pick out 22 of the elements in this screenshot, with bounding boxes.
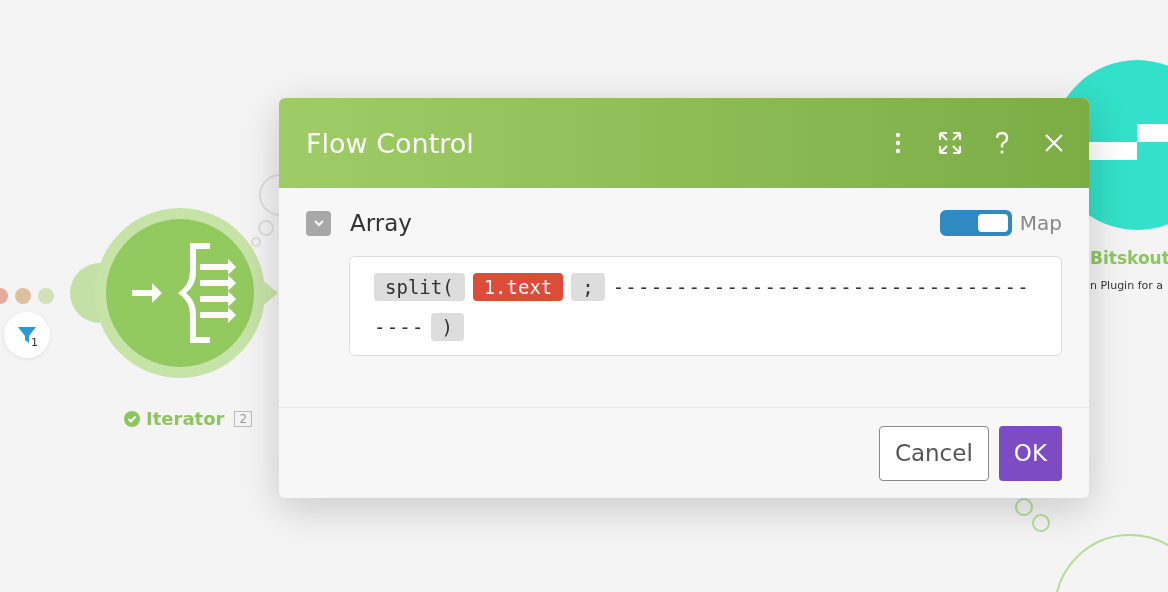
function-pill[interactable]: split(: [374, 273, 465, 301]
collapse-button[interactable]: [306, 210, 331, 236]
connection-dot: [38, 288, 54, 304]
connection-dot: [15, 288, 31, 304]
module-name: Iterator: [146, 408, 225, 429]
array-field[interactable]: split( 1.text ; --------------------------------- ---- ): [349, 256, 1062, 356]
map-toggle[interactable]: [939, 210, 1012, 236]
function-pill[interactable]: ;: [571, 273, 605, 301]
cancel-button[interactable]: Cancel: [878, 425, 989, 481]
variable-pill[interactable]: 1.text: [472, 273, 564, 301]
expand-icon[interactable]: [937, 130, 963, 156]
dialog-title: Flow Control: [306, 127, 475, 159]
literal-text: ---------------------------------: [612, 276, 1030, 298]
literal-text: ----: [374, 316, 425, 338]
toggle-label: Map: [1019, 211, 1062, 235]
module-number: 2: [234, 410, 253, 427]
module-description: n Plugin for a: [1090, 279, 1163, 292]
filter-button[interactable]: 1: [4, 312, 50, 358]
function-pill[interactable]: ): [430, 313, 464, 341]
ok-button[interactable]: OK: [998, 425, 1062, 481]
field-label: Array: [350, 210, 413, 236]
filter-count: 1: [31, 336, 38, 349]
